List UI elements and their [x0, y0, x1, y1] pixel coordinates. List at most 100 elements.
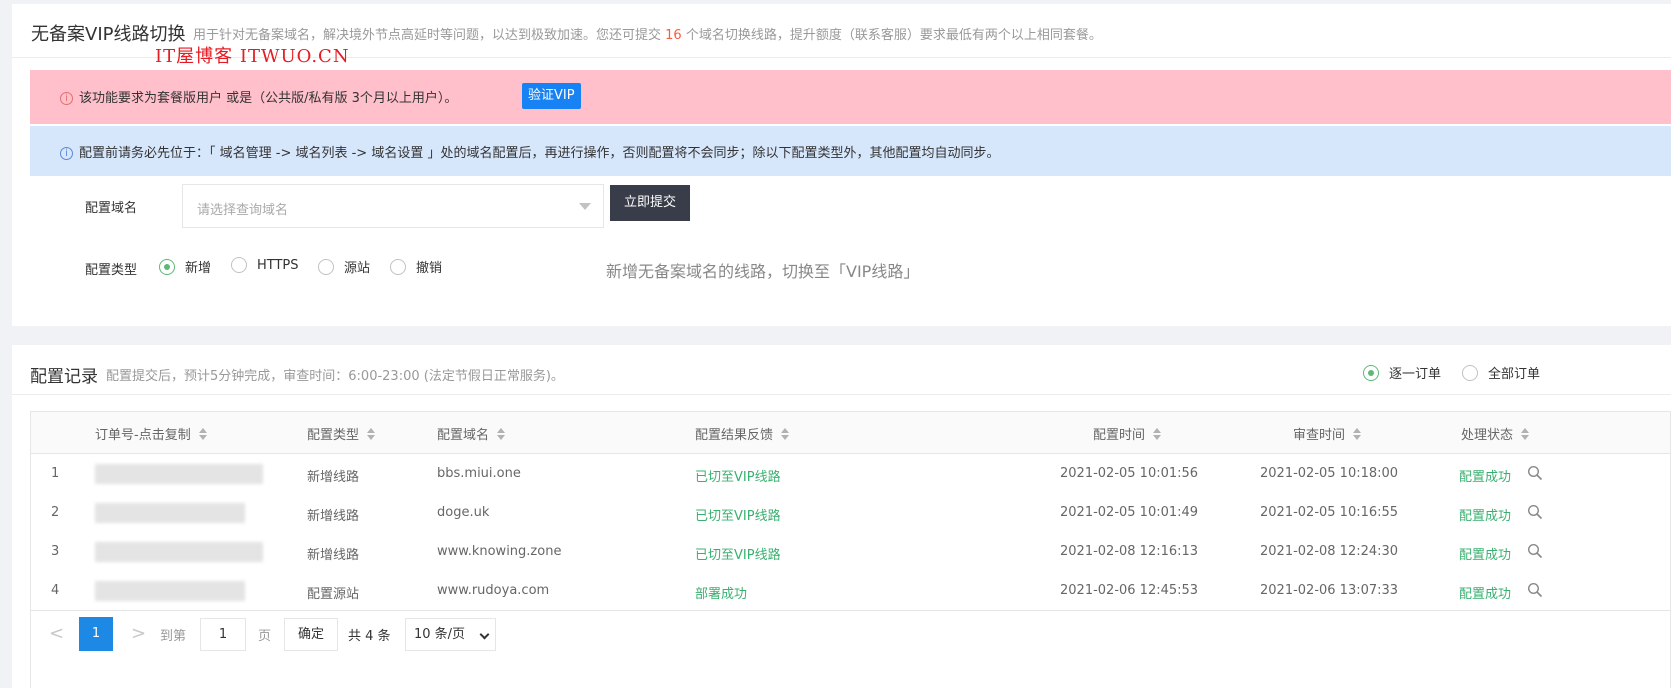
col-order-no[interactable]: 订单号-点击复制: [95, 424, 207, 443]
radio-type-origin[interactable]: 源站: [318, 257, 370, 276]
page-size-select[interactable]: 10 条/页: [405, 618, 496, 651]
col-review-time[interactable]: 审查时间: [1293, 424, 1362, 443]
config-card: 无备案VIP线路切换 用于针对无备案域名，解决境外节点高延时等问题，以达到极致加…: [12, 4, 1671, 326]
row-status: 配置成功: [1459, 470, 1512, 485]
row-type: 配置源站: [307, 587, 360, 602]
radio-type-origin-label: 源站: [344, 261, 371, 276]
watermark: IT屋博客 ITWUO.CN: [155, 46, 350, 67]
pagination: < 1 > 到第 1 页 确定 共 4 条 10 条/页: [31, 610, 1670, 660]
magnifier-icon[interactable]: [1527, 582, 1543, 598]
row-domain: www.knowing.zone: [437, 544, 562, 559]
total-count: 共 4 条: [348, 629, 391, 644]
col-type[interactable]: 配置类型: [307, 424, 376, 443]
row-review-time: 2021-02-05 10:16:55: [1260, 505, 1399, 520]
desc-after: 个域名切换线路，提升额度（联系客服）要求最低有两个以上相同套餐。: [685, 28, 1102, 43]
order-no-redacted[interactable]: [95, 503, 245, 523]
row-result: 已切至VIP线路: [695, 548, 781, 563]
col-config-time-label: 配置时间: [1093, 428, 1146, 443]
config-notice-text: i 配置前请务必先位于：「 域名管理 -> 域名列表 -> 域名设置 」处的域名配…: [60, 142, 999, 161]
order-no-redacted[interactable]: [95, 464, 263, 484]
radio-checked-icon: [159, 258, 175, 275]
row-status: 配置成功: [1459, 509, 1512, 524]
col-config-time[interactable]: 配置时间: [1093, 424, 1162, 443]
goto-confirm-button[interactable]: 确定: [284, 618, 338, 651]
radio-unchecked-icon: [1462, 364, 1478, 381]
radio-type-https[interactable]: HTTPS: [231, 257, 299, 273]
row-type: 新增线路: [307, 509, 360, 524]
config-notice-alert: i 配置前请务必先位于：「 域名管理 -> 域名列表 -> 域名设置 」处的域名配…: [30, 126, 1671, 176]
row-result: 部署成功: [695, 587, 748, 602]
info-icon: i: [60, 92, 73, 105]
row-result: 已切至VIP线路: [695, 470, 781, 485]
sort-icon: [781, 428, 790, 440]
magnifier-icon[interactable]: [1527, 465, 1543, 481]
col-review-time-label: 审查时间: [1293, 428, 1346, 443]
page-description: 用于针对无备案域名，解决境外节点高延时等问题，以达到极致加速。您还可提交 16 …: [193, 24, 1102, 43]
radio-type-add-label: 新增: [185, 261, 212, 276]
records-title: 配置记录: [30, 367, 98, 387]
magnifier-icon[interactable]: [1527, 543, 1543, 559]
sort-icon: [1521, 428, 1530, 440]
info-icon: i: [60, 147, 73, 160]
row-index: 4: [51, 583, 60, 598]
col-domain[interactable]: 配置域名: [437, 424, 506, 443]
row-type: 新增线路: [307, 548, 360, 563]
domain-select[interactable]: 请选择查询域名: [182, 184, 604, 228]
row-type: 新增线路: [307, 470, 360, 485]
radio-unchecked-icon: [231, 257, 247, 273]
vip-requirement-alert: i 该功能要求为套餐版用户 或是（公共版/私有版 3个月以上用户）。 验证VIP: [30, 70, 1671, 124]
domain-select-placeholder: 请选择查询域名: [197, 203, 289, 218]
row-review-time: 2021-02-06 13:07:33: [1260, 583, 1399, 598]
order-no-redacted[interactable]: [95, 581, 245, 601]
sort-icon: [1153, 428, 1162, 440]
filter-each-order-label: 逐一订单: [1389, 367, 1442, 382]
records-header: 配置记录 配置提交后，预计5分钟完成，审查时间：6:00-23:00 (法定节假…: [12, 345, 1671, 395]
chevron-down-icon: [479, 629, 490, 640]
filter-all-orders[interactable]: 全部订单: [1462, 363, 1540, 382]
submit-button[interactable]: 立即提交: [610, 185, 690, 221]
next-page-button[interactable]: >: [131, 624, 147, 644]
order-no-redacted[interactable]: [95, 542, 263, 562]
col-order-no-label: 订单号-点击复制: [95, 428, 191, 443]
page-1-button[interactable]: 1: [79, 617, 113, 651]
prev-page-button[interactable]: <: [49, 624, 65, 644]
records-description: 配置提交后，预计5分钟完成，审查时间：6:00-23:00 (法定节假日正常服务…: [106, 369, 564, 384]
row-result: 已切至VIP线路: [695, 509, 781, 524]
table-row: 1 新增线路 bbs.miui.one 已切至VIP线路 2021-02-05 …: [31, 454, 1670, 494]
row-index: 2: [51, 505, 60, 520]
radio-unchecked-icon: [390, 258, 406, 275]
dropdown-arrow-icon: [579, 203, 591, 210]
radio-type-revoke[interactable]: 撤销: [390, 257, 442, 276]
col-status[interactable]: 处理状态: [1461, 424, 1530, 443]
goto-page-input[interactable]: 1: [200, 618, 246, 651]
goto-label: 到第: [160, 629, 187, 644]
magnifier-icon[interactable]: [1527, 504, 1543, 520]
page-unit-label: 页: [258, 629, 272, 644]
row-config-time: 2021-02-08 12:16:13: [1060, 544, 1199, 559]
radio-checked-icon: [1363, 364, 1379, 381]
type-label: 配置类型: [85, 263, 138, 278]
row-status: 配置成功: [1459, 548, 1512, 563]
col-result[interactable]: 配置结果反馈: [695, 424, 790, 443]
table-row: 2 新增线路 doge.uk 已切至VIP线路 2021-02-05 10:01…: [31, 493, 1670, 533]
sort-icon: [1353, 428, 1362, 440]
row-review-time: 2021-02-08 12:24:30: [1260, 544, 1399, 559]
table-header: 订单号-点击复制 配置类型 配置域名 配置结果反馈 配置时间 审查时间 处理状态: [31, 412, 1670, 454]
filter-all-orders-label: 全部订单: [1488, 367, 1541, 382]
verify-vip-button[interactable]: 验证VIP: [522, 83, 581, 109]
radio-type-revoke-label: 撤销: [416, 261, 443, 276]
domain-label: 配置域名: [85, 201, 138, 216]
row-index: 3: [51, 544, 60, 559]
row-domain: www.rudoya.com: [437, 583, 550, 598]
radio-unchecked-icon: [318, 258, 334, 275]
filter-each-order[interactable]: 逐一订单: [1363, 363, 1441, 382]
radio-type-add[interactable]: 新增: [159, 257, 211, 276]
row-config-time: 2021-02-05 10:01:49: [1060, 505, 1199, 520]
col-result-label: 配置结果反馈: [695, 428, 774, 443]
col-type-label: 配置类型: [307, 428, 360, 443]
row-config-time: 2021-02-06 12:45:53: [1060, 583, 1199, 598]
sort-icon: [497, 428, 506, 440]
config-header: 无备案VIP线路切换 用于针对无备案域名，解决境外节点高延时等问题，以达到极致加…: [12, 4, 1671, 67]
records-table: 订单号-点击复制 配置类型 配置域名 配置结果反馈 配置时间 审查时间 处理状态…: [30, 411, 1671, 688]
records-card: 配置记录 配置提交后，预计5分钟完成，审查时间：6:00-23:00 (法定节假…: [12, 345, 1671, 688]
